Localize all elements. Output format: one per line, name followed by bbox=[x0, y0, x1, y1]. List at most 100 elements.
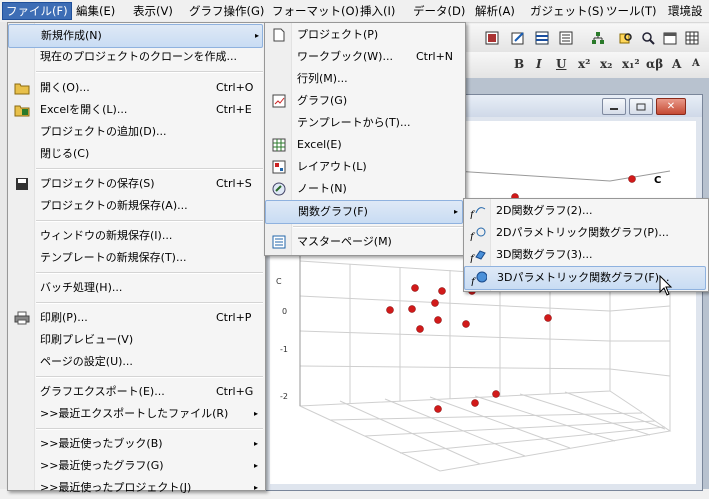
menu-item-3d-function[interactable]: f 3D関数グラフ(3)... bbox=[464, 244, 706, 266]
menu-item-master-page[interactable]: マスターページ(M) bbox=[265, 231, 463, 253]
menu-item-function-graph[interactable]: 関数グラフ(F) ▸ bbox=[265, 200, 463, 224]
hierarchy-icon[interactable] bbox=[588, 28, 608, 48]
menu-graph[interactable]: グラフ操作(G) bbox=[186, 3, 267, 19]
menu-item-label: Excel(E) bbox=[297, 138, 342, 151]
menu-item-save-project[interactable]: プロジェクトの保存(S) Ctrl+S bbox=[8, 173, 263, 195]
menu-item-from-template[interactable]: テンプレートから(T)... bbox=[265, 112, 463, 134]
standard-toolbar bbox=[460, 24, 709, 53]
excel-folder-icon bbox=[14, 102, 30, 118]
menu-item-open[interactable]: 開く(O)... Ctrl+O bbox=[8, 77, 263, 99]
layer-icon[interactable] bbox=[482, 28, 502, 48]
svg-text:f: f bbox=[470, 232, 476, 241]
menu-insert[interactable]: 挿入(I) bbox=[357, 3, 398, 19]
maximize-icon[interactable] bbox=[629, 98, 653, 115]
menu-item-label: 開く(O)... bbox=[40, 81, 90, 94]
menu-item-label: >>最近使ったプロジェクト(J) bbox=[40, 481, 192, 494]
menu-separator bbox=[36, 168, 263, 170]
menu-item-label: プロジェクト(P) bbox=[297, 28, 379, 41]
calendar-icon[interactable] bbox=[660, 28, 680, 48]
menu-item-print-preview[interactable]: 印刷プレビュー(V) bbox=[8, 329, 263, 351]
greek-button[interactable]: αβ bbox=[646, 55, 663, 73]
menu-preferences[interactable]: 環境設 bbox=[665, 3, 706, 19]
edit-icon[interactable] bbox=[508, 28, 528, 48]
menu-item-close[interactable]: 閉じる(C) bbox=[8, 143, 263, 165]
menu-item-save-window-as[interactable]: ウィンドウの新規保存(I)... bbox=[8, 225, 263, 247]
menu-item-label: マスターページ(M) bbox=[297, 235, 392, 248]
menu-item-new-workbook[interactable]: ワークブック(W)... Ctrl+N bbox=[265, 46, 463, 68]
menu-item-label: テンプレートから(T)... bbox=[297, 116, 411, 129]
menu-item-new-project[interactable]: プロジェクト(P) bbox=[265, 24, 463, 46]
menu-separator bbox=[293, 226, 463, 228]
menu-item-label: 印刷プレビュー(V) bbox=[40, 333, 134, 346]
decrease-font-button[interactable]: A bbox=[692, 55, 700, 73]
menu-item-recent-projects[interactable]: >>最近使ったプロジェクト(J) ▸ bbox=[8, 477, 263, 499]
menu-item-append-project[interactable]: プロジェクトの追加(D)... bbox=[8, 121, 263, 143]
submenu-arrow-icon: ▸ bbox=[254, 461, 259, 470]
menu-item-label: グラフエクスポート(E)... bbox=[40, 385, 165, 398]
menu-item-recent-books[interactable]: >>最近使ったブック(B) ▸ bbox=[8, 433, 263, 455]
menu-item-new[interactable]: 新規作成(N) ▸ bbox=[8, 24, 263, 48]
menu-item-label: 関数グラフ(F) bbox=[298, 205, 368, 218]
superscript-button[interactable]: x² bbox=[578, 55, 590, 73]
menu-edit[interactable]: 編集(E) bbox=[73, 3, 118, 19]
italic-button[interactable]: I bbox=[536, 55, 542, 73]
menu-tools[interactable]: ツール(T) bbox=[603, 3, 660, 19]
menu-item-label: ページの設定(U)... bbox=[40, 355, 133, 368]
menu-file[interactable]: ファイル(F) bbox=[2, 2, 72, 20]
menu-separator bbox=[36, 428, 263, 430]
menu-item-2d-parametric[interactable]: f 2Dパラメトリック関数グラフ(P)... bbox=[464, 222, 706, 244]
close-icon[interactable]: ✕ bbox=[656, 98, 686, 115]
menu-item-label: 印刷(P)... bbox=[40, 311, 88, 324]
file-menu: 新規作成(N) ▸ 現在のプロジェクトのクローンを作成... 開く(O)... … bbox=[7, 22, 266, 494]
menu-item-recent-exports[interactable]: >>最近エクスポートしたファイル(R) ▸ bbox=[8, 403, 263, 425]
menu-item-label: 現在のプロジェクトのクローンを作成... bbox=[40, 50, 237, 63]
menu-gadget[interactable]: ガジェット(S) bbox=[527, 3, 607, 19]
rows-icon[interactable] bbox=[532, 28, 552, 48]
menu-item-new-matrix[interactable]: 行列(M)... bbox=[265, 68, 463, 90]
submenu-arrow-icon: ▸ bbox=[255, 31, 260, 40]
menu-view[interactable]: 表示(V) bbox=[130, 3, 176, 19]
bold-button[interactable]: B bbox=[514, 55, 524, 73]
subscript-button[interactable]: x₂ bbox=[600, 55, 612, 73]
printer-icon bbox=[14, 310, 30, 326]
data-point bbox=[431, 299, 439, 307]
menu-separator bbox=[36, 376, 263, 378]
data-point bbox=[471, 399, 479, 407]
notes-icon bbox=[271, 181, 287, 197]
menu-item-export-graph[interactable]: グラフエクスポート(E)... Ctrl+G bbox=[8, 381, 263, 403]
increase-font-button[interactable]: A bbox=[672, 55, 681, 73]
minimize-icon[interactable] bbox=[602, 98, 626, 115]
menu-item-2d-function[interactable]: f 2D関数グラフ(2)... bbox=[464, 200, 706, 222]
menu-item-clone-project[interactable]: 現在のプロジェクトのクローンを作成... bbox=[8, 46, 263, 68]
search-data-icon[interactable] bbox=[638, 28, 658, 48]
menu-item-label: >>最近使ったグラフ(G) bbox=[40, 459, 164, 472]
menu-item-new-graph[interactable]: グラフ(G) bbox=[265, 90, 463, 112]
list-icon[interactable] bbox=[556, 28, 576, 48]
menu-item-batch[interactable]: バッチ処理(H)... bbox=[8, 277, 263, 299]
table-icon[interactable] bbox=[682, 28, 702, 48]
menu-item-new-excel[interactable]: Excel(E) bbox=[265, 134, 463, 156]
menu-item-new-layout[interactable]: レイアウト(L) bbox=[265, 156, 463, 178]
svg-text:f: f bbox=[470, 254, 476, 263]
menu-item-label: ウィンドウの新規保存(I)... bbox=[40, 229, 173, 242]
menu-item-label: プロジェクトの追加(D)... bbox=[40, 125, 167, 138]
supersubscript-button[interactable]: x₁² bbox=[622, 55, 640, 73]
z-axis-title: C bbox=[276, 277, 282, 286]
menu-item-print[interactable]: 印刷(P)... Ctrl+P bbox=[8, 307, 263, 329]
menu-analysis[interactable]: 解析(A) bbox=[472, 3, 518, 19]
menu-item-save-project-as[interactable]: プロジェクトの新規保存(A)... bbox=[8, 195, 263, 217]
underline-button[interactable]: U bbox=[556, 55, 566, 73]
find-icon[interactable] bbox=[616, 28, 636, 48]
menu-item-page-setup[interactable]: ページの設定(U)... bbox=[8, 351, 263, 373]
menu-format[interactable]: フォーマット(O) bbox=[269, 3, 362, 19]
menu-item-save-template-as[interactable]: テンプレートの新規保存(T)... bbox=[8, 247, 263, 269]
menu-item-recent-graphs[interactable]: >>最近使ったグラフ(G) ▸ bbox=[8, 455, 263, 477]
menu-bar: ファイル(F) 編集(E) 表示(V) グラフ操作(G) フォーマット(O) 挿… bbox=[0, 0, 709, 23]
menu-data[interactable]: データ(D) bbox=[410, 3, 468, 19]
menu-item-open-excel[interactable]: Excelを開く(L)... Ctrl+E bbox=[8, 99, 263, 121]
menu-item-label: 新規作成(N) bbox=[41, 29, 102, 42]
menu-item-label: >>最近エクスポートしたファイル(R) bbox=[40, 407, 229, 420]
svg-text:f: f bbox=[471, 277, 477, 286]
menu-item-label: プロジェクトの新規保存(A)... bbox=[40, 199, 188, 212]
menu-item-new-notes[interactable]: ノート(N) bbox=[265, 178, 463, 200]
